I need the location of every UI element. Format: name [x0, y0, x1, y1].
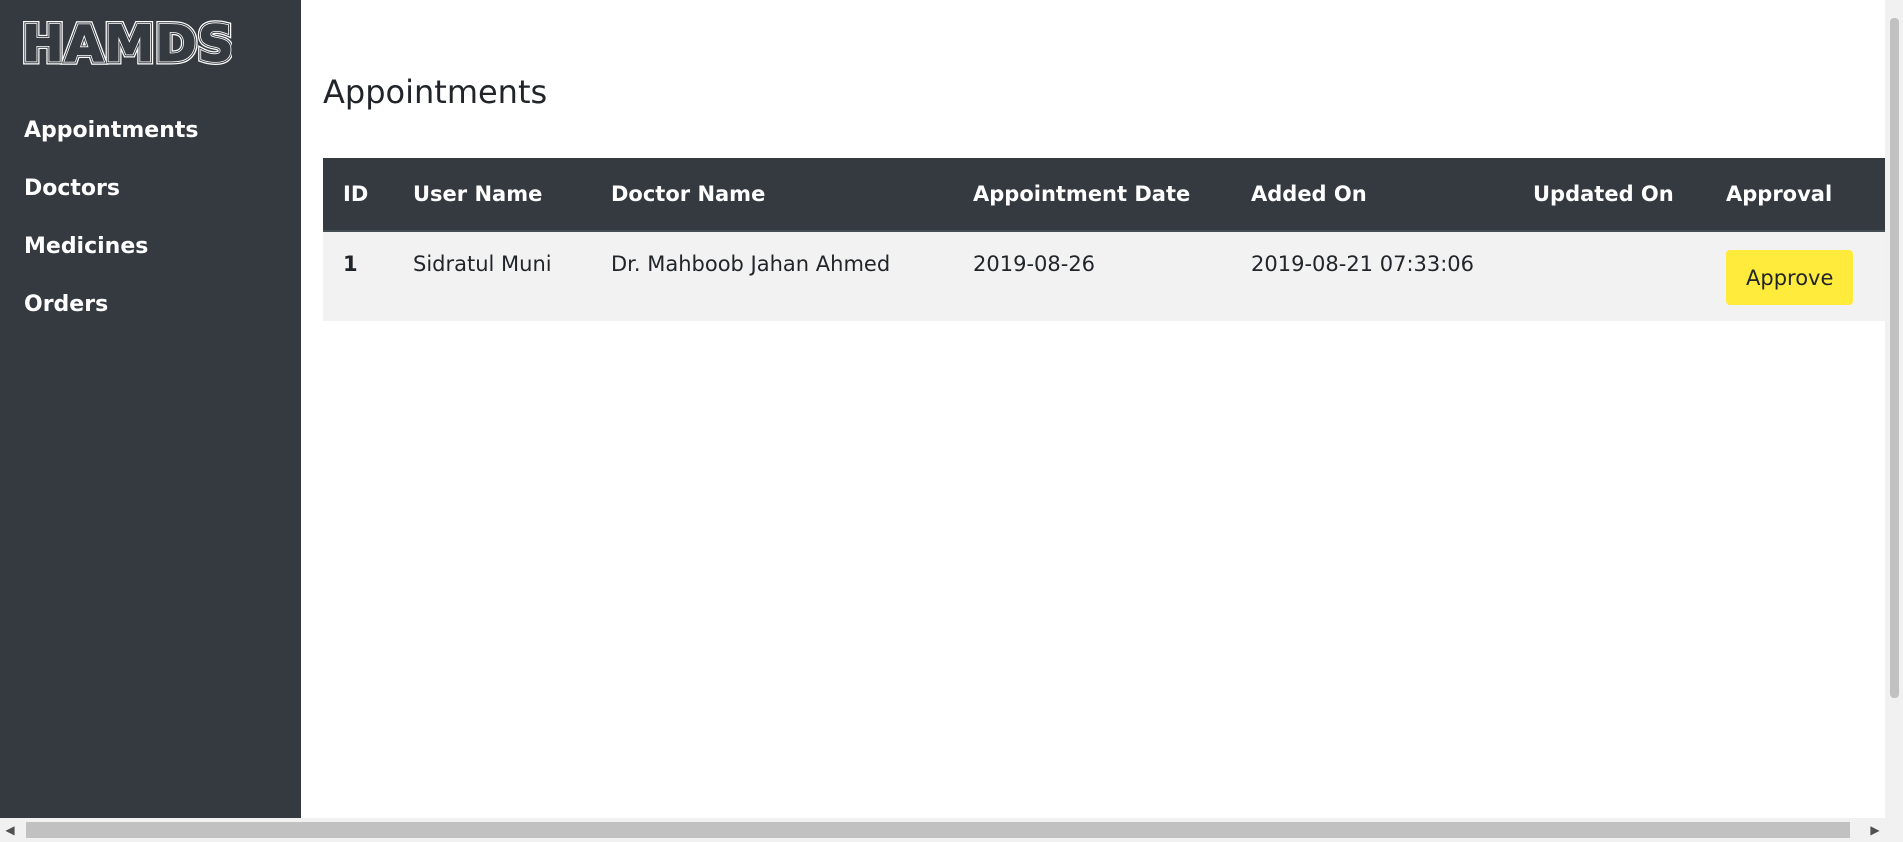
horizontal-scroll-thumb[interactable] [26, 822, 1850, 838]
triangle-right-icon[interactable]: ▶ [1865, 818, 1885, 842]
sidebar-item-appointments[interactable]: Appointments [24, 113, 198, 171]
cell-appointment-date: 2019-08-26 [953, 231, 1231, 321]
cell-updated-on [1513, 231, 1706, 321]
column-header-appointment-date[interactable]: Appointment Date [953, 158, 1231, 232]
column-header-added-on[interactable]: Added On [1231, 158, 1513, 232]
column-header-approval[interactable]: Approval [1706, 158, 1895, 232]
cell-user-name: Sidratul Muni [393, 231, 591, 321]
column-header-doctor-name[interactable]: Doctor Name [591, 158, 953, 232]
table-body: 1 Sidratul Muni Dr. Mahboob Jahan Ahmed … [323, 231, 1895, 321]
cell-id: 1 [323, 231, 393, 321]
table-row: 1 Sidratul Muni Dr. Mahboob Jahan Ahmed … [323, 231, 1895, 321]
column-header-user-name[interactable]: User Name [393, 158, 591, 232]
sidebar-item-medicines[interactable]: Medicines [24, 229, 198, 287]
column-header-updated-on[interactable]: Updated On [1513, 158, 1706, 232]
approve-button[interactable]: Approve [1726, 250, 1854, 305]
table-header-row: ID User Name Doctor Name Appointment Dat… [323, 158, 1895, 232]
vertical-scrollbar[interactable] [1885, 0, 1903, 818]
page-title: Appointments [323, 73, 548, 111]
vertical-scroll-thumb[interactable] [1890, 18, 1899, 698]
cell-approval: Approve [1706, 231, 1895, 321]
sidebar-item-orders[interactable]: Orders [24, 287, 198, 345]
column-header-id[interactable]: ID [323, 158, 393, 232]
sidebar-item-doctors[interactable]: Doctors [24, 171, 198, 229]
cell-added-on: 2019-08-21 07:33:06 [1231, 231, 1513, 321]
appointments-table: ID User Name Doctor Name Appointment Dat… [323, 158, 1895, 321]
svg-text:HAMDS: HAMDS [22, 18, 232, 68]
sidebar-nav: Appointments Doctors Medicines Orders [24, 113, 198, 345]
main-content: Appointments ID User Name Doctor Name Ap… [301, 0, 1902, 818]
table-header: ID User Name Doctor Name Appointment Dat… [323, 158, 1895, 232]
cell-doctor-name: Dr. Mahboob Jahan Ahmed [591, 231, 953, 321]
triangle-left-icon[interactable]: ◀ [0, 818, 20, 842]
sidebar: HAMDS HAMDS HAMDS HAMDS Appointments Doc… [0, 0, 301, 818]
horizontal-scrollbar[interactable]: ◀ ▶ [0, 818, 1903, 842]
hamds-logo[interactable]: HAMDS HAMDS HAMDS HAMDS [22, 18, 232, 68]
